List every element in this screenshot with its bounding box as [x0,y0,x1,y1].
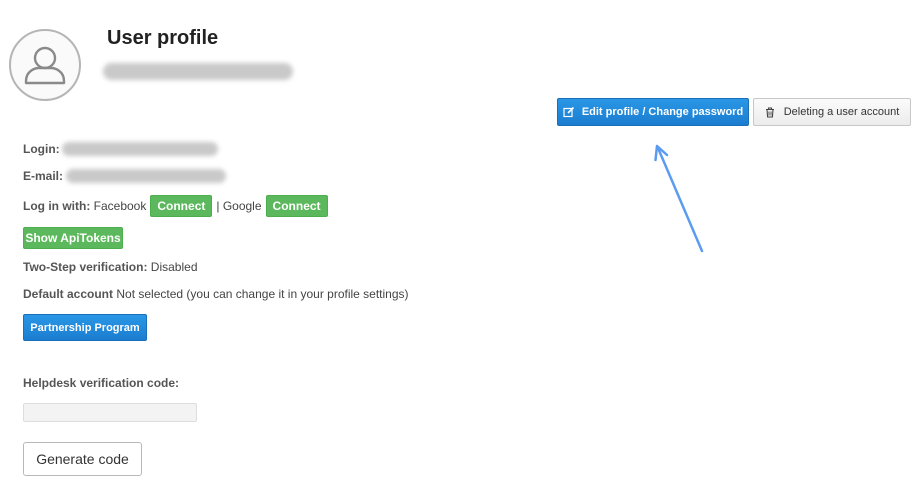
two-step-label: Two-Step verification: [23,260,148,274]
helpdesk-code-input[interactable] [23,403,197,422]
generate-code-button[interactable]: Generate code [23,442,142,476]
show-apitokens-button[interactable]: Show ApiTokens [23,227,123,249]
edit-icon [563,106,574,118]
social-login-row: Log in with: Facebook Connect | Google C… [23,195,332,217]
connect-google-button[interactable]: Connect [265,195,328,217]
login-with-label: Log in with: [23,199,91,213]
email-label: E-mail: [23,169,64,183]
edit-profile-label: Edit profile / Change password [581,106,744,118]
two-step-row: Two-Step verification: Disabled [23,260,198,274]
email-row: E-mail: [23,169,63,183]
login-label: Login: [23,142,60,156]
default-account-label: Default account [23,287,114,301]
redacted-login [62,142,218,156]
default-account-value: Not selected (you can change it in your … [116,287,409,301]
google-text: Google [222,199,262,213]
partnership-program-button[interactable]: Partnership Program [23,314,147,341]
separator: | [216,199,220,213]
delete-account-button[interactable]: Deleting a user account [753,98,911,126]
delete-account-label: Deleting a user account [783,106,900,118]
default-account-row: Default account Not selected (you can ch… [23,287,409,301]
facebook-text: Facebook [93,199,147,213]
login-row: Login: [23,142,60,156]
trash-icon [765,106,774,118]
two-step-value: Disabled [150,260,198,274]
redacted-email [66,169,226,183]
helpdesk-label: Helpdesk verification code: [23,376,180,390]
page-title: User profile [107,27,219,49]
connect-facebook-button[interactable]: Connect [150,195,213,217]
edit-profile-button[interactable]: Edit profile / Change password [557,98,749,126]
redacted-username [103,63,293,80]
avatar [9,29,81,101]
user-silhouette-icon [24,46,66,85]
